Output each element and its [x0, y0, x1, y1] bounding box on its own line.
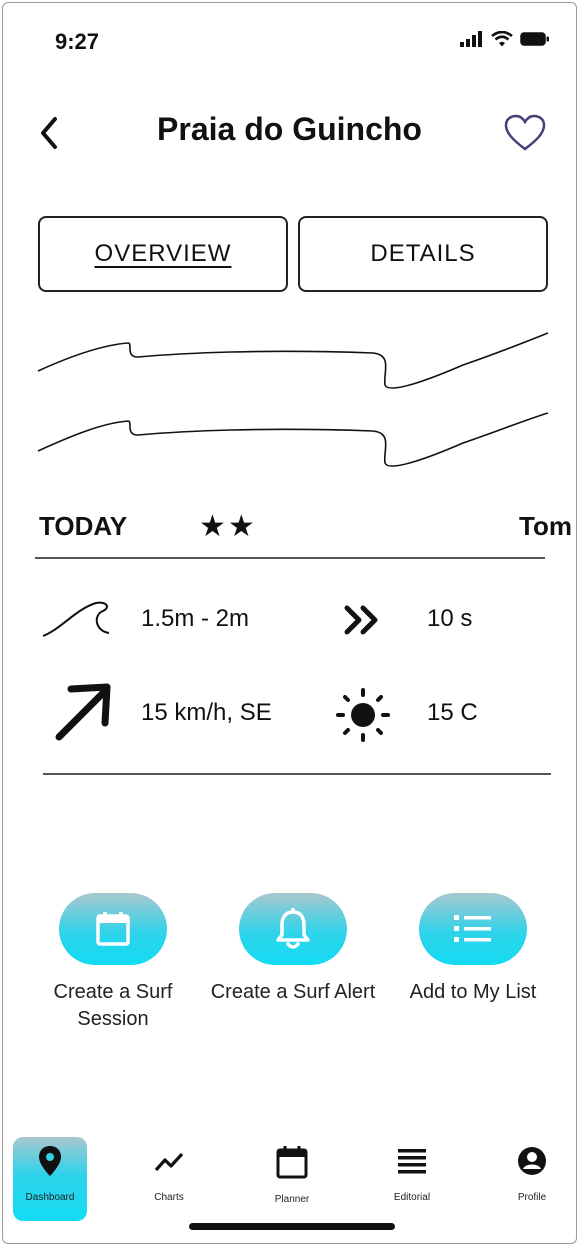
rating-stars: ★★	[199, 510, 257, 543]
period-chevrons-icon	[344, 605, 378, 635]
wave-icon	[42, 601, 110, 637]
status-icons	[460, 31, 550, 47]
wifi-icon	[491, 31, 513, 47]
tab-overview-label: OVERVIEW	[94, 240, 232, 267]
wind-value: 15 km/h, SE	[141, 699, 272, 726]
lines-icon	[398, 1149, 426, 1174]
user-circle-icon	[518, 1147, 546, 1175]
day-label-next[interactable]: Tom	[519, 511, 572, 542]
nav-label-charts: Charts	[154, 1192, 184, 1203]
add-to-my-list-label[interactable]: Add to My List	[388, 979, 558, 1006]
battery-icon	[520, 32, 549, 46]
trend-line-icon	[154, 1152, 184, 1172]
nav-item-planner[interactable]: Planner	[247, 1145, 337, 1205]
tab-details-label: DETAILS	[370, 240, 476, 267]
phone-screen: 9:27 Praia do Guincho OVERVIEW DETAILS T…	[2, 2, 577, 1244]
create-surf-alert-button[interactable]	[239, 893, 347, 965]
list-icon	[454, 915, 491, 942]
nav-item-dashboard[interactable]: Dashboard	[5, 1145, 95, 1203]
wave-period-value: 10 s	[427, 605, 473, 632]
calendar-icon	[96, 912, 130, 946]
nav-label-editorial: Editorial	[393, 1192, 431, 1203]
favorite-heart-icon[interactable]	[503, 113, 547, 153]
create-surf-session-label[interactable]: Create a Surf Session	[28, 979, 198, 1033]
add-to-my-list-button[interactable]	[419, 893, 527, 965]
signal-icon	[460, 31, 482, 47]
day-label-today[interactable]: TODAY	[39, 511, 127, 542]
status-time: 9:27	[55, 29, 100, 54]
nav-label-profile: Profile	[517, 1192, 547, 1203]
tab-overview[interactable]: OVERVIEW	[38, 216, 288, 292]
sun-icon	[336, 688, 390, 742]
map-pin-icon	[39, 1146, 61, 1176]
nav-label-planner: Planner	[274, 1194, 310, 1205]
wave-sketch-illustration	[37, 332, 549, 467]
nav-item-editorial[interactable]: Editorial	[367, 1145, 457, 1203]
divider-top	[35, 557, 545, 559]
wind-arrow-icon	[55, 683, 111, 741]
wave-height-value: 1.5m - 2m	[141, 605, 250, 632]
tab-details[interactable]: DETAILS	[298, 216, 548, 292]
nav-label-dashboard: Dashboard	[25, 1192, 75, 1203]
nav-item-profile[interactable]: Profile	[487, 1145, 576, 1203]
temperature-value: 15 C	[427, 699, 478, 726]
home-indicator[interactable]	[189, 1223, 395, 1230]
create-surf-session-button[interactable]	[59, 893, 167, 965]
page-title: Praia do Guincho	[157, 111, 422, 147]
bell-icon	[276, 908, 310, 949]
divider-bottom	[43, 773, 551, 775]
nav-item-charts[interactable]: Charts	[124, 1145, 214, 1203]
calendar-icon	[276, 1146, 308, 1179]
create-surf-alert-label[interactable]: Create a Surf Alert	[208, 979, 378, 1006]
